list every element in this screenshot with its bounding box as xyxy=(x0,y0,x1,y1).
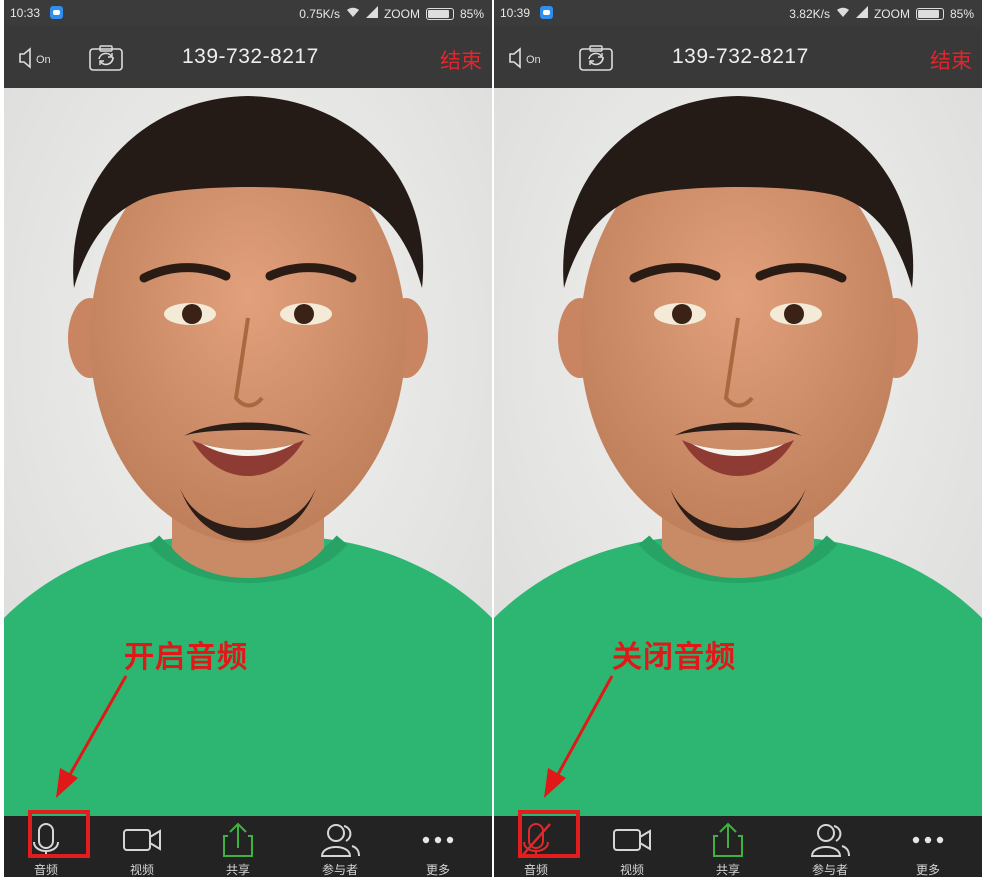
phone-screen-audio-muted: 10:39 3.82K/s ZOOM 85% On 139-732-8217 结… xyxy=(494,0,982,877)
annotation-arrow xyxy=(56,675,128,798)
annotation-label: 开启音频 xyxy=(124,640,248,675)
annotation-label: 关闭音频 xyxy=(612,640,736,675)
phone-screen-audio-on: 10:33 0.75K/s ZOOM 85% On 139-732-8217 结… xyxy=(4,0,492,877)
screenshot-comparison: 10:33 0.75K/s ZOOM 85% On 139-732-8217 结… xyxy=(0,0,982,877)
annotation-arrow xyxy=(544,675,614,798)
